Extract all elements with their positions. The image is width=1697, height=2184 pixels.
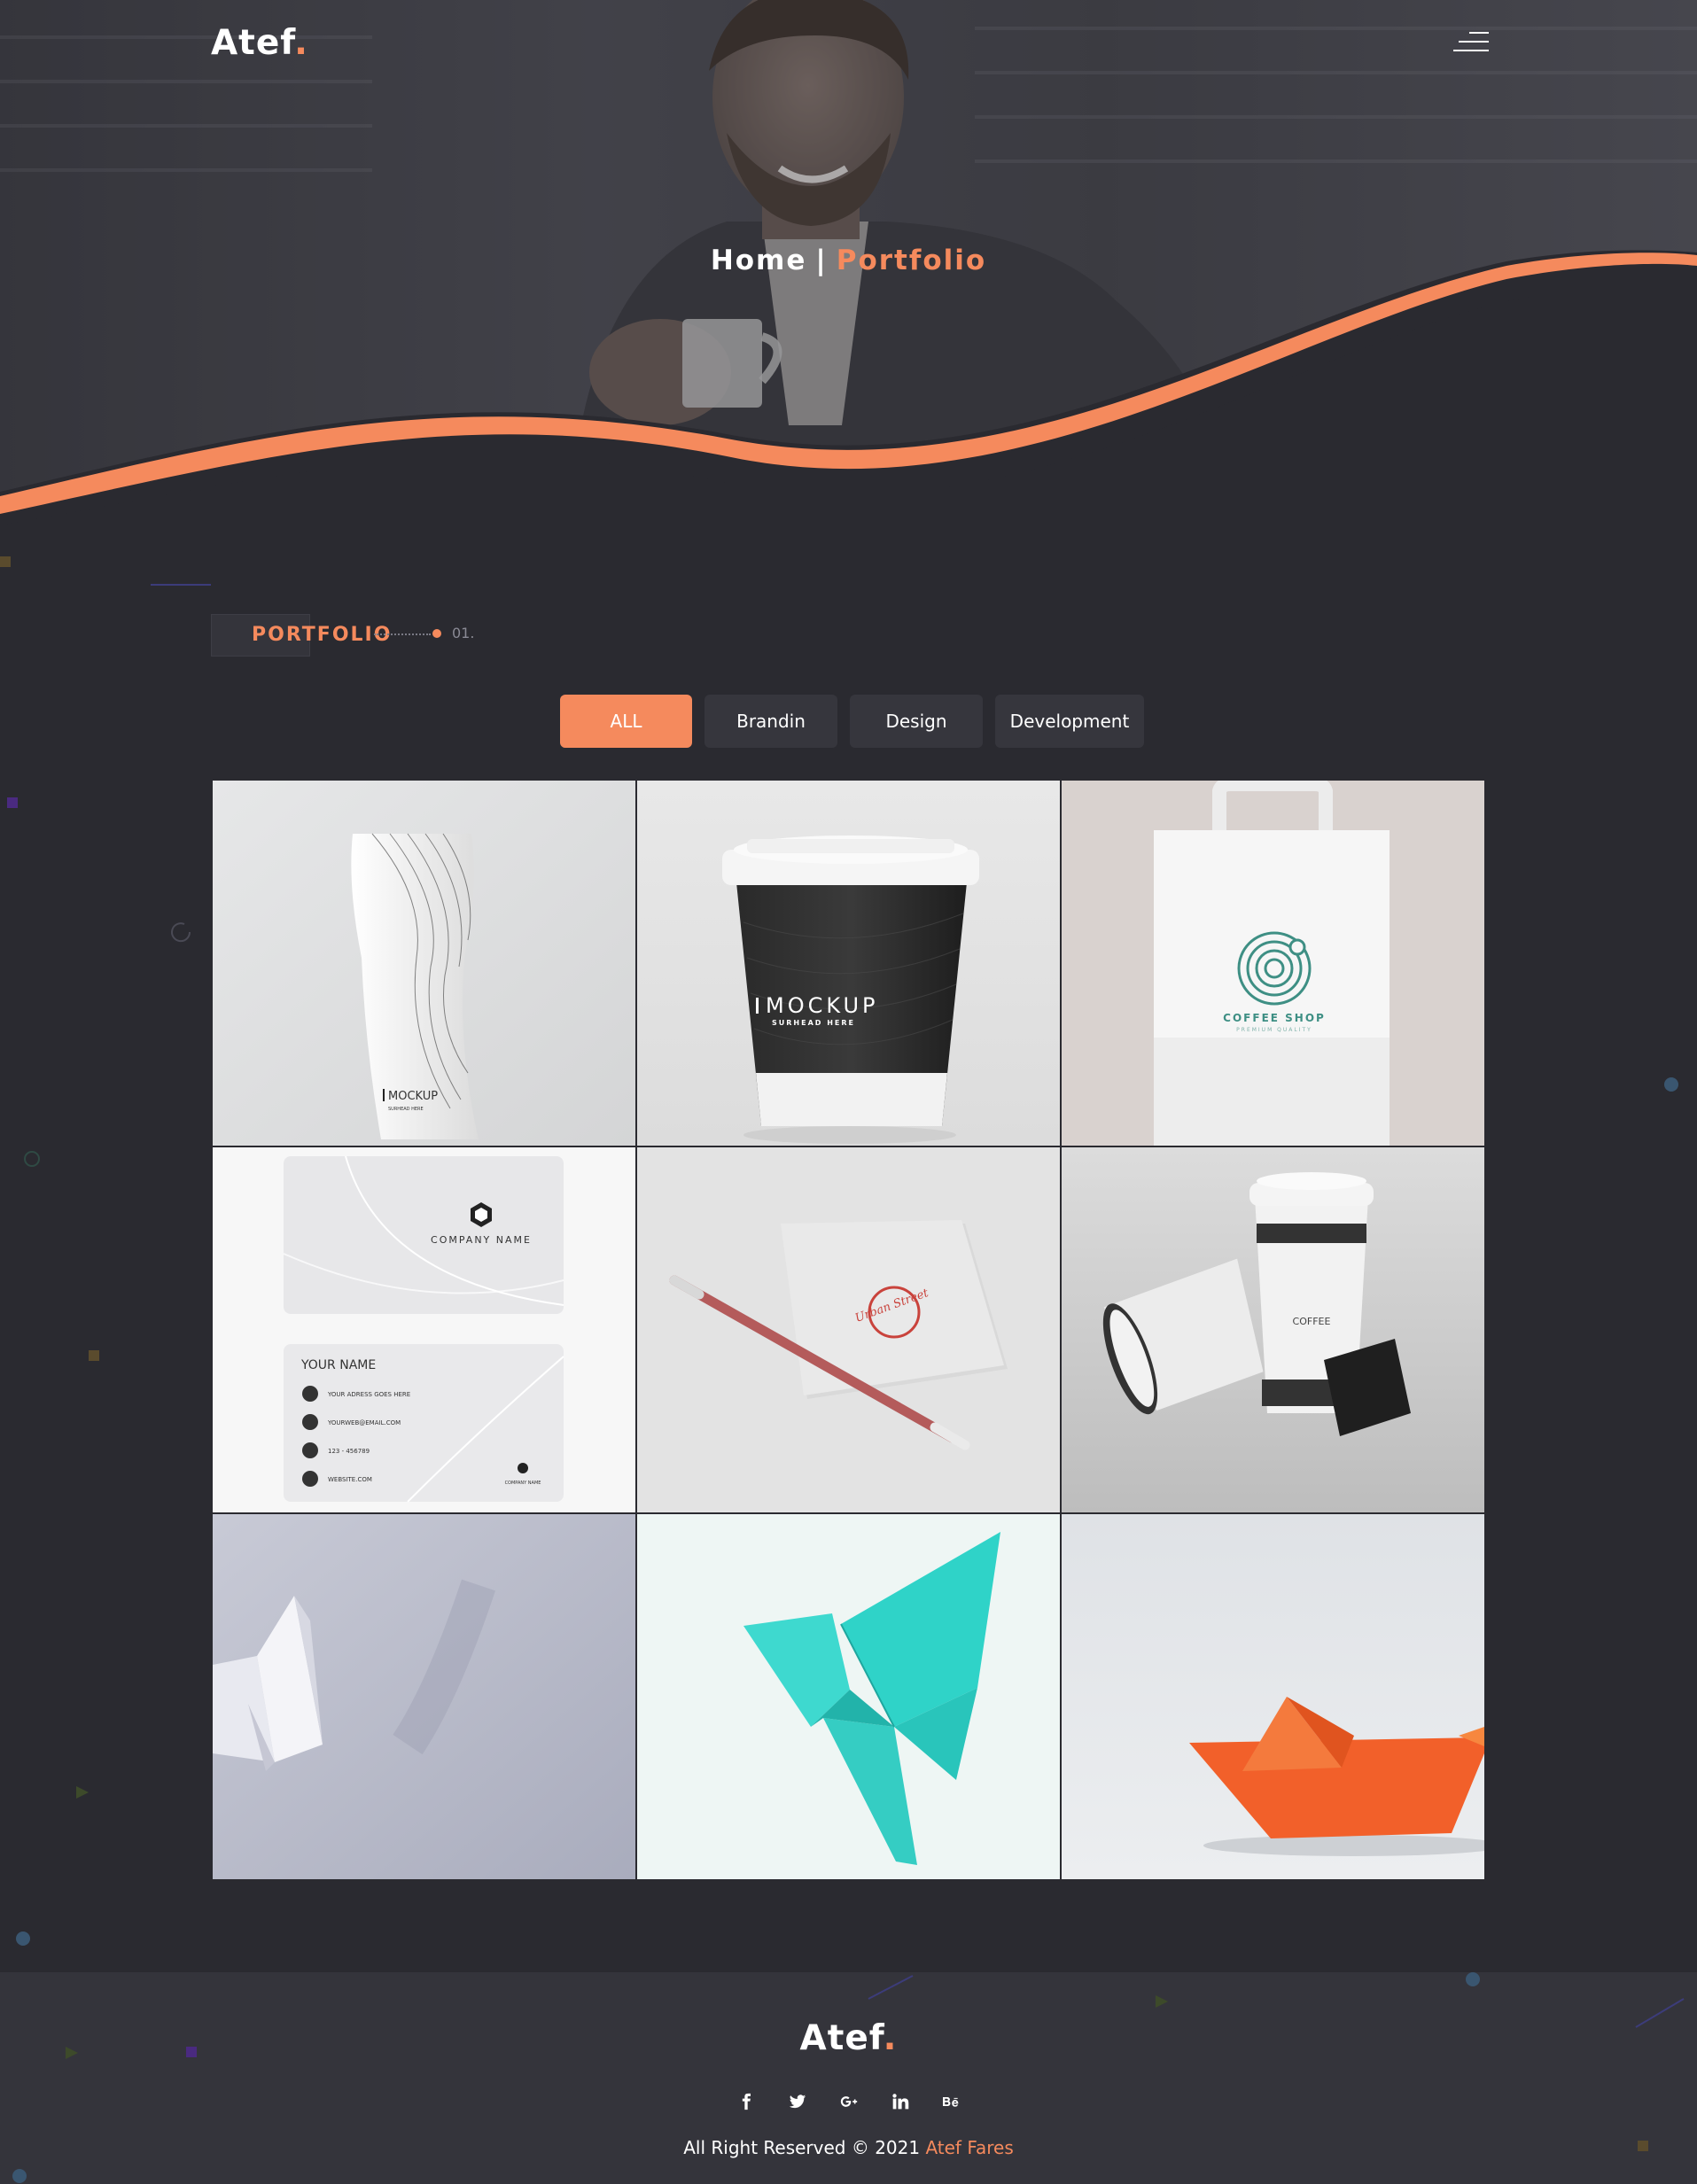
pouch-mockup-text: MOCKUP — [388, 1090, 438, 1103]
hamburger-menu-icon[interactable] — [1453, 32, 1489, 55]
origami-butterfly-image — [637, 1514, 1060, 1879]
google-plus-icon[interactable] — [838, 2091, 860, 2112]
footer-logo-text: Atef — [799, 2018, 884, 2058]
pouch-mockup-subtext: SURHEAD HERE — [388, 1107, 424, 1112]
site-logo[interactable]: Atef. — [211, 23, 308, 63]
portfolio-item-pen-card-mockup[interactable]: Urban Street — [637, 1147, 1060, 1512]
portfolio-item-origami-white[interactable] — [213, 1514, 635, 1879]
pen-card-mockup-image: Urban Street — [637, 1147, 1060, 1512]
linkedin-icon[interactable] — [890, 2091, 911, 2112]
portfolio-item-paper-boat[interactable] — [1062, 1514, 1484, 1879]
card-company-name: COMPANY NAME — [431, 1234, 532, 1246]
business-card-mockup-image: COMPANY NAME YOUR NAME YOUR ADRESS GOES … — [213, 1147, 635, 1512]
breadcrumb-separator: | — [815, 245, 828, 276]
twitter-icon[interactable] — [787, 2091, 808, 2112]
breadcrumb-current: Portfolio — [836, 245, 987, 276]
breadcrumb: Home | Portfolio — [0, 245, 1697, 276]
cup-logo-text: COFFEE — [1293, 1316, 1331, 1327]
card-person-name: YOUR NAME — [300, 1358, 376, 1372]
portfolio-item-pouch-mockup[interactable]: MOCKUP SURHEAD HERE — [213, 781, 635, 1146]
section-dotted-line — [374, 633, 431, 635]
cup-mockup-subtext: SURHEAD HERE — [772, 1019, 855, 1027]
portfolio-item-business-card-mockup[interactable]: COMPANY NAME YOUR NAME YOUR ADRESS GOES … — [213, 1147, 635, 1512]
filter-all-button[interactable]: ALL — [560, 695, 692, 748]
origami-white-image — [213, 1514, 635, 1879]
filter-design-button[interactable]: Design — [850, 695, 983, 748]
portfolio-item-coffee-cup-mockup[interactable]: MOCKUP SURHEAD HERE — [637, 781, 1060, 1146]
portfolio-filters: ALL Brandin Design Development — [560, 695, 1144, 748]
site-footer: Atef. All Right Reserved © 2021 Atef Far… — [0, 1972, 1697, 2184]
section-number: 01. — [452, 625, 475, 641]
facebook-icon[interactable] — [736, 2091, 757, 2112]
logo-dot: . — [294, 23, 308, 63]
card-phone: 123 - 456789 — [328, 1448, 370, 1455]
logo-text: Atef — [211, 23, 295, 63]
portfolio-item-coffee-cups-mockup[interactable]: COFFEE — [1062, 1147, 1484, 1512]
coffee-cups-mockup-image: COFFEE — [1062, 1147, 1484, 1512]
social-links — [0, 2091, 1697, 2112]
copyright-text: All Right Reserved © 2021 Atef Fares — [0, 2137, 1697, 2158]
section-dot — [432, 629, 441, 638]
card-website: WEBSITE.COM — [328, 1476, 372, 1483]
breadcrumb-home-link[interactable]: Home — [711, 245, 807, 276]
paper-boat-image — [1062, 1514, 1484, 1879]
portfolio-item-origami-butterfly[interactable] — [637, 1514, 1060, 1879]
bag-logo-text: COFFEE SHOP — [1223, 1012, 1326, 1024]
coffee-cup-mockup-image: MOCKUP SURHEAD HERE — [637, 781, 1060, 1146]
copyright-author-link[interactable]: Atef Fares — [925, 2137, 1013, 2158]
filter-development-button[interactable]: Development — [995, 695, 1144, 748]
card-address: YOUR ADRESS GOES HERE — [327, 1391, 410, 1398]
footer-logo-dot: . — [883, 2018, 898, 2058]
card-company-name-small: COMPANY NAME — [505, 1481, 541, 1486]
pouch-mockup-image: MOCKUP SURHEAD HERE — [213, 781, 635, 1146]
portfolio-item-paper-bag-mockup[interactable]: COFFEE SHOP PREMIUM QUALITY — [1062, 781, 1484, 1146]
paper-bag-mockup-image: COFFEE SHOP PREMIUM QUALITY — [1062, 781, 1484, 1146]
hero-banner: Atef. Home | Portfolio — [0, 0, 1697, 532]
filter-brandin-button[interactable]: Brandin — [704, 695, 837, 748]
cup-mockup-text: MOCKUP — [766, 993, 879, 1018]
section-title: PORTFOLIO — [252, 624, 393, 646]
footer-logo[interactable]: Atef. — [0, 2018, 1697, 2058]
portfolio-grid: MOCKUP SURHEAD HERE MOCKUP SURHEAD HERE — [213, 781, 1484, 1882]
card-email: YOURWEB@EMAIL.COM — [327, 1419, 401, 1426]
behance-icon[interactable] — [941, 2091, 962, 2112]
copyright-prefix: All Right Reserved © 2021 — [683, 2137, 921, 2158]
bag-logo-subtext: PREMIUM QUALITY — [1236, 1027, 1312, 1033]
